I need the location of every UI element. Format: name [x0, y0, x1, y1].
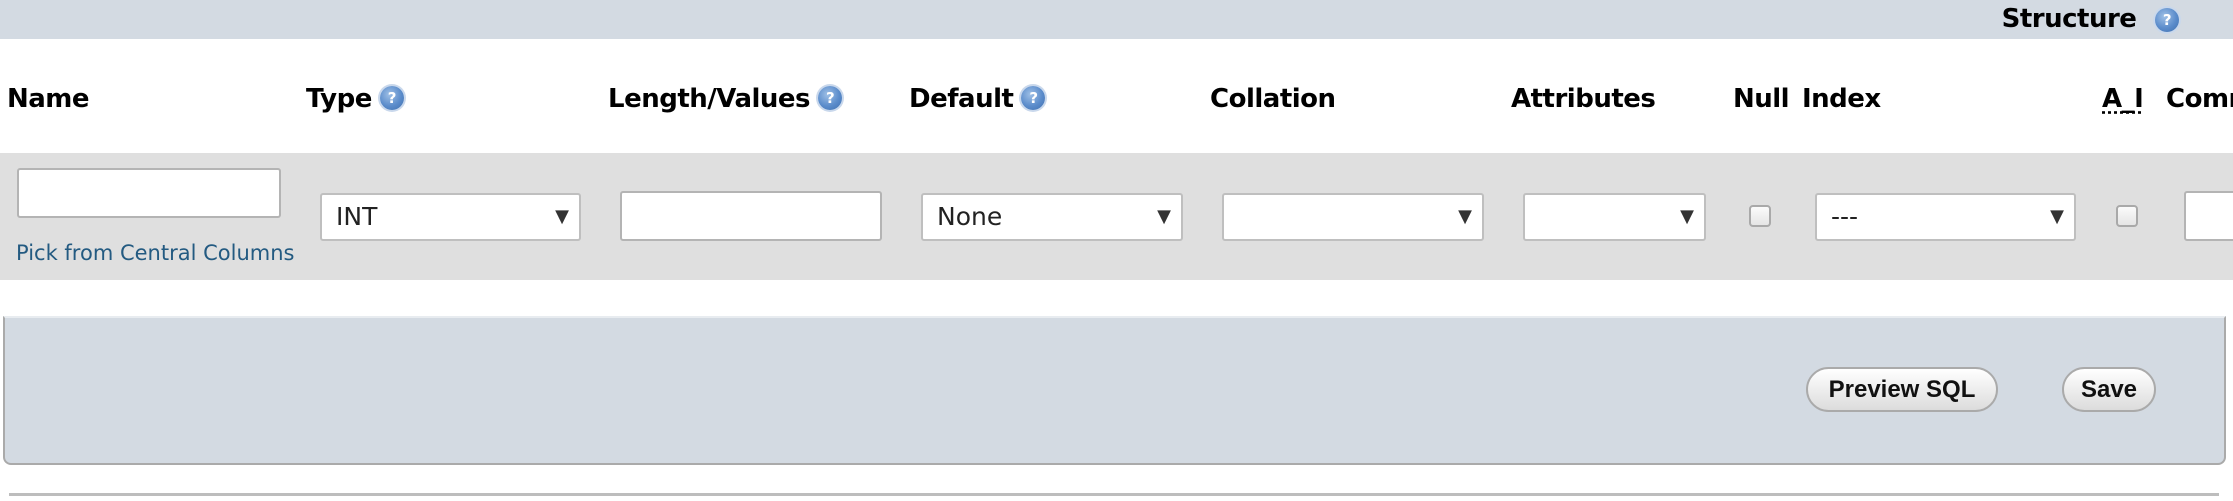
null-checkbox[interactable] — [1749, 205, 1771, 227]
default-select-value: None — [937, 202, 1003, 231]
structure-header-bar — [0, 0, 2233, 39]
structure-title-text: Structure — [2001, 4, 2137, 34]
header-comments: Comm — [2166, 84, 2233, 114]
help-icon[interactable]: ? — [818, 85, 843, 110]
type-select-value: INT — [336, 202, 378, 231]
chevron-down-icon: ▼ — [1458, 206, 1472, 227]
header-type-label: Type — [306, 84, 372, 114]
default-select[interactable]: None ▼ — [921, 193, 1183, 241]
chevron-down-icon: ▼ — [555, 206, 569, 227]
preview-sql-button[interactable]: Preview SQL — [1806, 367, 1998, 412]
type-select[interactable]: INT ▼ — [320, 193, 581, 241]
header-length-values: Length/Values? — [608, 82, 843, 116]
collation-select[interactable]: ▼ — [1222, 193, 1484, 241]
header-null: Null — [1733, 84, 1790, 114]
header-length-values-label: Length/Values — [608, 84, 811, 114]
header-index: Index — [1802, 84, 1881, 114]
chevron-down-icon: ▼ — [2050, 206, 2064, 227]
help-icon[interactable]: ? — [2155, 8, 2179, 32]
header-default-label: Default — [909, 84, 1014, 114]
header-name: Name — [7, 84, 90, 114]
header-default: Default? — [909, 82, 1046, 116]
help-icon[interactable]: ? — [379, 85, 404, 110]
pick-central-columns-link[interactable]: Pick from Central Columns — [16, 241, 294, 265]
divider — [9, 493, 2219, 496]
header-auto-increment: A_I — [2102, 84, 2144, 114]
index-select[interactable]: --- ▼ — [1815, 193, 2076, 241]
structure-title: Structure ? — [2002, 4, 2179, 34]
column-name-input[interactable] — [17, 168, 281, 218]
attributes-select[interactable]: ▼ — [1523, 193, 1706, 241]
save-button[interactable]: Save — [2062, 367, 2156, 412]
chevron-down-icon: ▼ — [1680, 206, 1694, 227]
auto-increment-checkbox[interactable] — [2116, 205, 2138, 227]
chevron-down-icon: ▼ — [1157, 206, 1171, 227]
header-collation: Collation — [1210, 84, 1336, 114]
header-attributes: Attributes — [1511, 84, 1656, 114]
index-select-value: --- — [1831, 202, 1859, 231]
header-type: Type? — [306, 82, 404, 116]
length-values-input[interactable] — [620, 191, 882, 241]
help-icon[interactable]: ? — [1021, 85, 1046, 110]
comments-input[interactable] — [2184, 191, 2233, 241]
